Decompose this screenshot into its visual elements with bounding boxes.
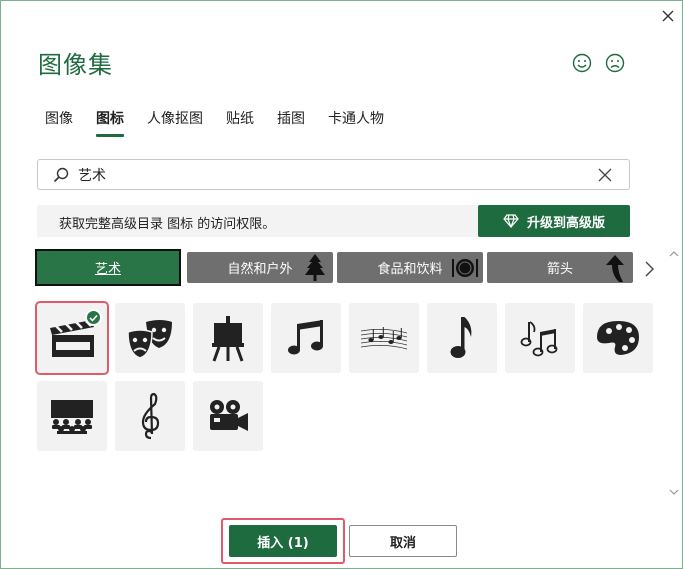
- frown-icon: [605, 53, 625, 73]
- cancel-button[interactable]: 取消: [349, 525, 457, 557]
- upgrade-button[interactable]: 升级到高级版: [478, 205, 630, 237]
- tab-icons[interactable]: 图标: [96, 109, 124, 139]
- tab-images[interactable]: 图像: [45, 109, 73, 139]
- cinema-audience-icon: [51, 400, 93, 434]
- icon-tile-cinema-audience[interactable]: [37, 381, 107, 451]
- category-nature-outdoors[interactable]: 自然和户外: [187, 252, 333, 283]
- search-input[interactable]: [78, 164, 578, 186]
- insert-button[interactable]: 插入 (1): [229, 525, 337, 557]
- close-button[interactable]: [657, 5, 679, 27]
- icon-tile-music-notes[interactable]: [271, 303, 341, 373]
- eighth-note-icon: [450, 317, 472, 358]
- dialog-title: 图像集: [38, 51, 113, 79]
- diamond-icon: [503, 214, 519, 228]
- tab-cartoon-people[interactable]: 卡通人物: [328, 109, 384, 139]
- sheet-music-icon: [360, 327, 408, 350]
- icon-tile-treble-clef[interactable]: [115, 381, 185, 451]
- icon-tile-movie-camera[interactable]: [193, 381, 263, 451]
- tab-cutout-people[interactable]: 人像抠图: [147, 109, 203, 139]
- theater-masks-icon: [127, 320, 172, 359]
- close-icon: [662, 10, 674, 22]
- feedback-positive-button[interactable]: [570, 51, 594, 75]
- music-notes-icon: [288, 320, 323, 355]
- clear-search-icon[interactable]: [596, 166, 614, 184]
- icon-tile-eighth-note[interactable]: [427, 303, 497, 373]
- arrow-icon: [606, 255, 624, 282]
- icon-tile-easel[interactable]: [193, 303, 263, 373]
- palette-icon: [597, 321, 639, 355]
- feedback-negative-button[interactable]: [603, 51, 627, 75]
- category-label: 艺术: [94, 262, 121, 277]
- upgrade-button-label: 升级到高级版: [526, 215, 605, 231]
- treble-clef-icon: [141, 392, 160, 440]
- icon-tile-music-notes-outline[interactable]: [505, 303, 575, 373]
- search-icon: [53, 167, 69, 183]
- icon-grid: [35, 301, 657, 453]
- icon-tile-sheet-music[interactable]: [349, 303, 419, 373]
- chevron-right-icon[interactable]: [641, 259, 657, 279]
- category-art[interactable]: 艺术: [35, 249, 181, 286]
- premium-banner-text: 获取完整高级目录 图标 的访问权限。: [59, 217, 276, 232]
- icon-tile-theater-masks[interactable]: [115, 303, 185, 373]
- premium-banner: 获取完整高级目录 图标 的访问权限。 升级到高级版: [37, 205, 630, 237]
- music-notes-outline-icon: [520, 321, 558, 357]
- scroll-up-icon[interactable]: [669, 249, 679, 259]
- icon-tile-clapperboard[interactable]: [35, 301, 109, 375]
- plate-icon: [452, 259, 478, 277]
- movie-camera-icon: [210, 400, 248, 431]
- smile-icon: [572, 53, 592, 73]
- category-label: 箭头: [546, 262, 573, 277]
- selected-check-icon: [85, 309, 102, 326]
- easel-icon: [212, 316, 244, 362]
- tree-icon: [305, 254, 325, 281]
- category-label: 食品和饮料: [377, 262, 443, 277]
- tab-stickers[interactable]: 贴纸: [226, 109, 254, 139]
- category-bar: 艺术 自然和户外 食品和饮料 箭头: [35, 249, 655, 286]
- image-collection-dialog: 图像集 图像 图标 人像抠图 贴纸 插图 卡通人物 获取完整高级目录 图标 的访…: [0, 0, 683, 569]
- tab-illustrations[interactable]: 插图: [277, 109, 305, 139]
- tab-bar: 图像 图标 人像抠图 贴纸 插图 卡通人物: [45, 109, 407, 139]
- scroll-down-icon[interactable]: [669, 487, 679, 497]
- category-arrows[interactable]: 箭头: [487, 252, 633, 283]
- category-food-drink[interactable]: 食品和饮料: [337, 252, 483, 283]
- search-box: [37, 159, 630, 190]
- icon-tile-palette[interactable]: [583, 303, 653, 373]
- category-label: 自然和户外: [227, 262, 293, 277]
